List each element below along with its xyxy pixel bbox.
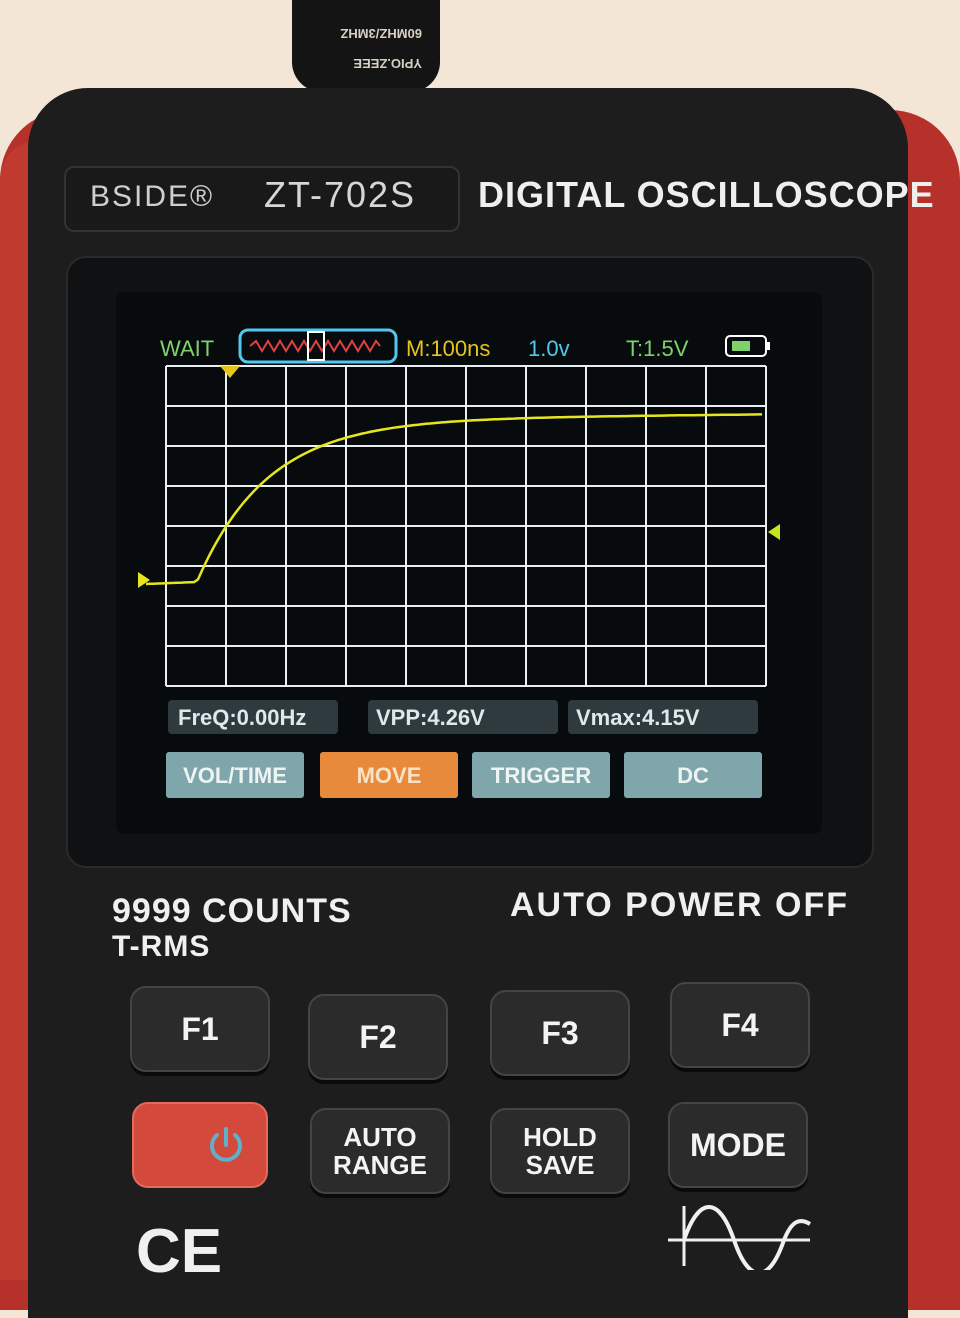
softkey-trigger-label: TRIGGER: [491, 763, 591, 788]
softkey-move-label: MOVE: [357, 763, 422, 788]
auto-range-line1: AUTO: [343, 1122, 417, 1152]
brand-label: BSIDE®: [90, 180, 215, 213]
hold-save-line2: SAVE: [525, 1150, 595, 1180]
scope-grid: [165, 365, 767, 687]
trigger-level-marker: [768, 524, 780, 540]
battery-icon-tip: [766, 342, 770, 350]
waveform-logo-icon: [668, 1205, 812, 1270]
trigger-position-marker: [220, 366, 240, 378]
freq-readout: FreQ:0.00Hz: [178, 705, 306, 730]
auto-range-button[interactable]: AUTO RANGE: [310, 1108, 450, 1194]
screen-display: WAIT M:100ns 1.0v T:1.5V FreQ:0.00Hz VPP…: [138, 328, 780, 798]
power-icon: [210, 1127, 242, 1162]
model-label: ZT-702S: [264, 174, 417, 215]
channel-ground-marker: [138, 572, 150, 588]
auto-power-off-label: AUTO POWER OFF: [510, 886, 850, 924]
volts-div-readout: 1.0v: [528, 336, 570, 361]
f4-button[interactable]: F4: [670, 982, 810, 1068]
memory-waveform-preview: [249, 339, 381, 353]
f1-button[interactable]: F1: [130, 986, 270, 1072]
signal-trace: [145, 413, 762, 586]
f3-button[interactable]: F3: [490, 990, 630, 1076]
timebase-readout: M:100ns: [406, 336, 490, 361]
f2-button[interactable]: F2: [308, 994, 448, 1080]
device-title: DIGITAL OSCILLOSCOPE: [478, 174, 935, 215]
mode-button[interactable]: MODE: [668, 1102, 808, 1188]
memory-window-cursor: [307, 331, 325, 361]
status-text: WAIT: [160, 336, 214, 361]
oscilloscope-screen: WAIT M:100ns 1.0v T:1.5V FreQ:0.00Hz VPP…: [116, 292, 822, 834]
counts-label: 9999 COUNTS: [112, 892, 352, 930]
vpp-readout: VPP:4.26V: [376, 705, 485, 730]
cable-label: YPIO.ZEEE 60MHZ/3MHZ: [340, 26, 422, 71]
battery-level: [732, 341, 750, 351]
vmax-readout: Vmax:4.15V: [576, 705, 700, 730]
auto-range-line2: RANGE: [333, 1150, 427, 1180]
trms-label: T-RMS: [112, 930, 211, 963]
softkey-vol-time-label: VOL/TIME: [183, 763, 287, 788]
power-button[interactable]: [132, 1102, 268, 1188]
trigger-level-readout: T:1.5V: [626, 336, 689, 361]
ce-mark: CE: [136, 1217, 223, 1286]
hold-save-line1: HOLD: [523, 1122, 597, 1152]
hold-save-button[interactable]: HOLD SAVE: [490, 1108, 630, 1194]
softkey-dc-label: DC: [677, 763, 709, 788]
